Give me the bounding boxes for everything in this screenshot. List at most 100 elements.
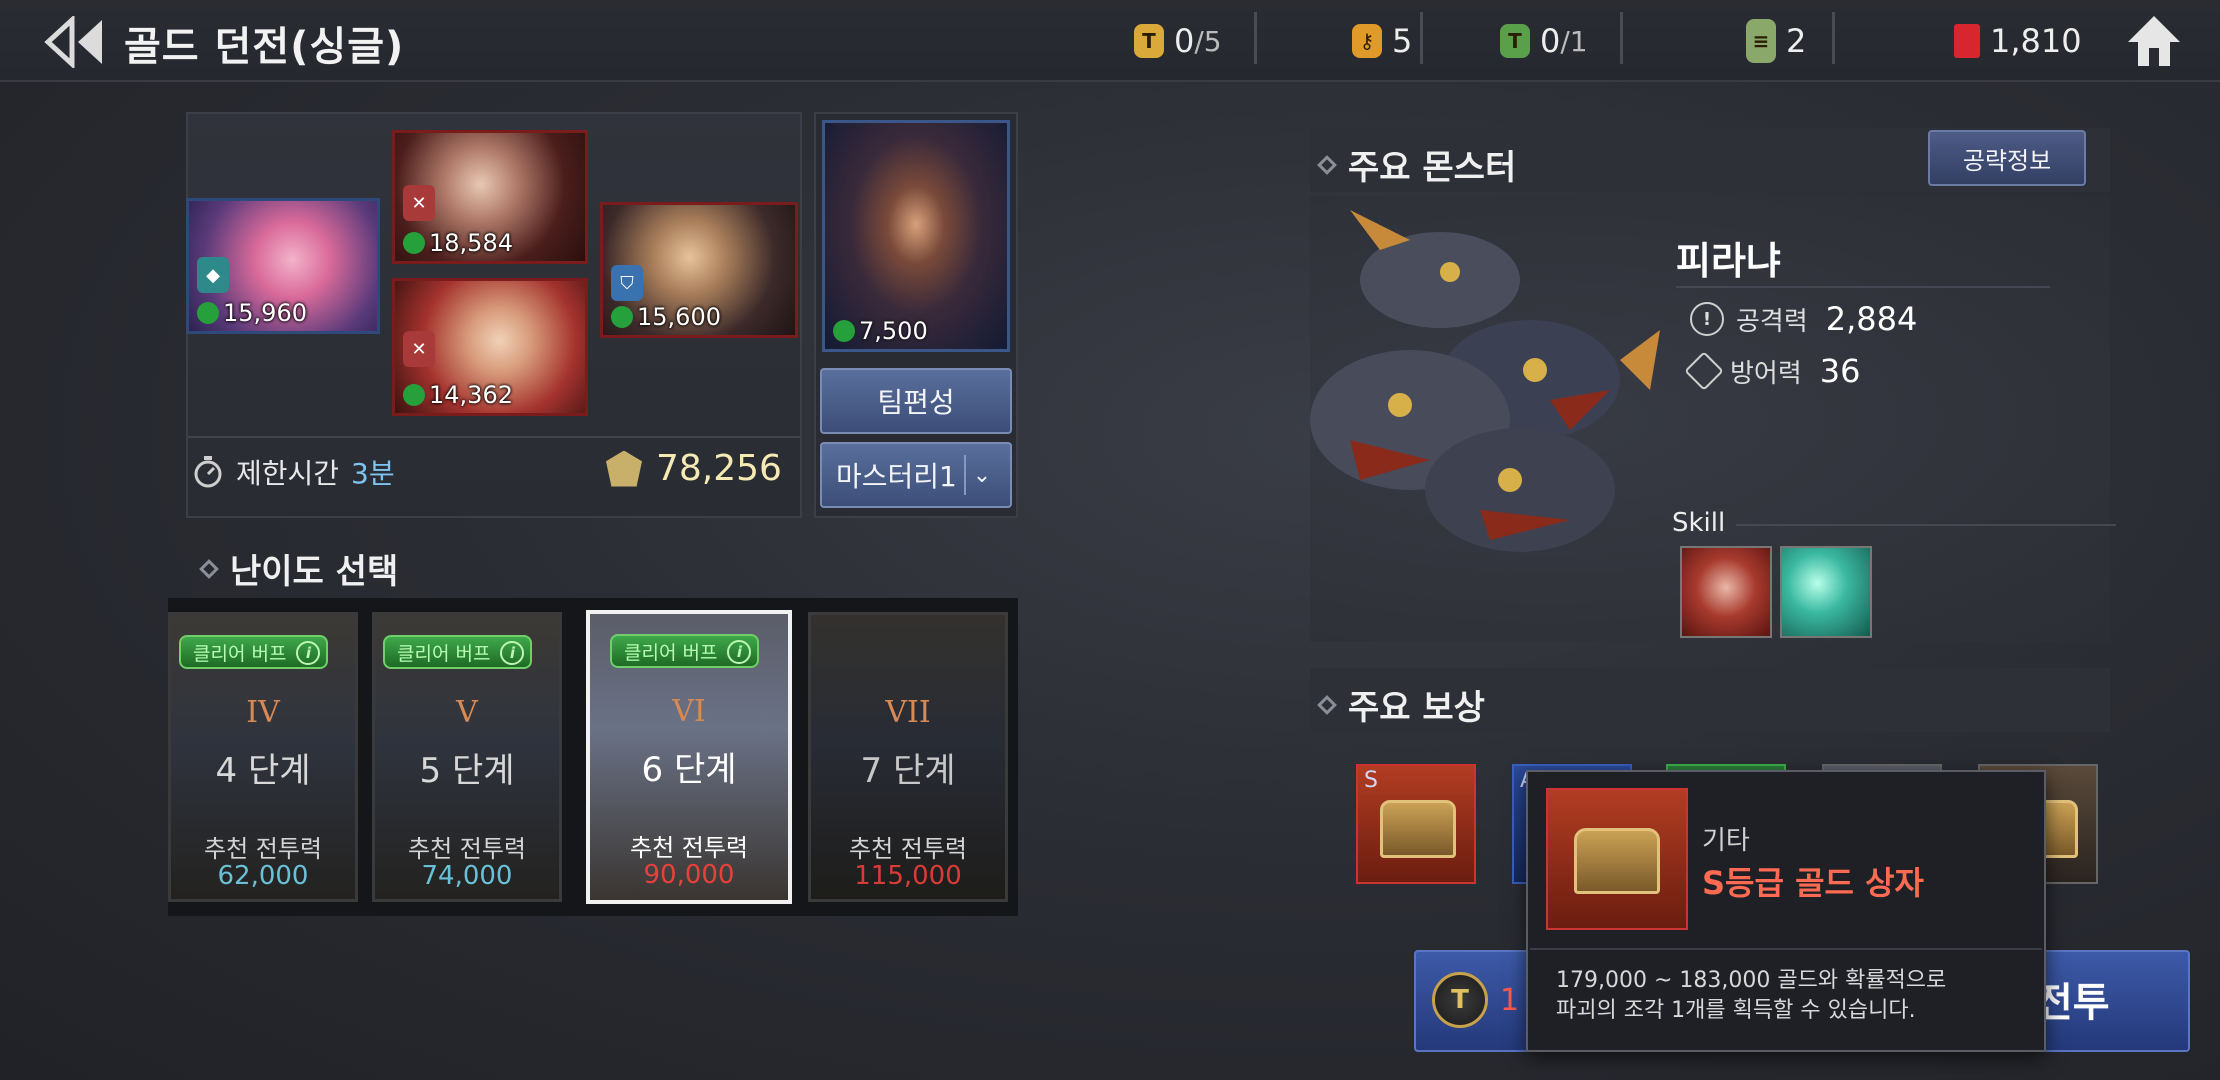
hero-card-1[interactable]: ◆ 15,960 bbox=[186, 198, 380, 334]
difficulty-roman: VII bbox=[885, 695, 931, 730]
power-icon bbox=[611, 306, 633, 328]
treasure-chest-icon bbox=[1380, 800, 1456, 858]
monster-attack: ! 공격력 2,884 bbox=[1690, 300, 1917, 338]
treasure-chest-icon bbox=[1574, 828, 1660, 894]
combat-power-icon bbox=[606, 450, 642, 487]
support-portrait bbox=[825, 123, 1007, 349]
start-battle-label: 전투 bbox=[2036, 980, 2110, 1026]
difficulty-card-4[interactable]: 클리어 버프 i IV 4 단계 추천 전투력 62,000 bbox=[168, 612, 358, 902]
attack-value: 2,884 bbox=[1825, 300, 1918, 338]
back-button[interactable] bbox=[44, 14, 108, 70]
tooltip-description: 179,000 ~ 183,000 골드와 확률적으로 파괴의 조각 1개를 획… bbox=[1556, 966, 2026, 1026]
gold-ticket-icon: T bbox=[1134, 24, 1164, 58]
green-ticket-count: 0 bbox=[1540, 22, 1561, 60]
back-arrow-icon bbox=[44, 14, 102, 70]
currency-green-ticket[interactable]: T 0/1 bbox=[1500, 14, 1588, 68]
ruby-icon bbox=[1954, 24, 1980, 58]
total-power-value: 78,256 bbox=[656, 448, 782, 489]
team-edit-button[interactable]: 팀편성 bbox=[820, 368, 1012, 434]
hero-card-2[interactable]: ✕ 18,584 bbox=[392, 130, 588, 264]
hero-card-4[interactable]: ⛉ 15,600 bbox=[600, 202, 798, 338]
hero-power: 14,362 bbox=[403, 381, 513, 409]
divider bbox=[1420, 12, 1423, 64]
recommended-power-label: 추천 전투력 bbox=[629, 834, 749, 862]
gold-ticket-max: /5 bbox=[1194, 24, 1222, 58]
support-power: 7,500 bbox=[833, 317, 928, 345]
difficulty-stage: 4 단계 bbox=[215, 751, 311, 791]
info-icon[interactable]: i bbox=[727, 640, 752, 664]
currency-ruby[interactable]: 1,810 bbox=[1954, 14, 2082, 68]
class-icon: ⛉ bbox=[611, 265, 643, 301]
recommended-power-value: 62,000 bbox=[217, 861, 309, 891]
support-card[interactable]: 7,500 bbox=[822, 120, 1010, 352]
ticket-icon: T bbox=[1432, 972, 1488, 1028]
difficulty-card-5[interactable]: 클리어 버프 i V 5 단계 추천 전투력 74,000 bbox=[372, 612, 562, 902]
difficulty-stage: 5 단계 bbox=[419, 751, 515, 791]
time-limit-label: 제한시간 bbox=[236, 457, 340, 490]
info-icon[interactable]: i bbox=[296, 641, 321, 665]
currency-gold-ticket[interactable]: T 0/5 bbox=[1134, 14, 1222, 68]
recommended-power-label: 추천 전투력 bbox=[848, 835, 968, 863]
class-icon: ◆ bbox=[197, 257, 229, 293]
scroll-count: 2 bbox=[1786, 22, 1807, 60]
home-icon bbox=[2128, 16, 2180, 66]
scroll-icon: ≡ bbox=[1746, 19, 1776, 63]
difficulty-stage: 7 단계 bbox=[860, 751, 956, 791]
ruby-count: 1,810 bbox=[1990, 22, 2082, 60]
skill-2-icon[interactable] bbox=[1780, 546, 1872, 638]
class-icon: ✕ bbox=[403, 331, 435, 367]
defense-icon bbox=[1684, 351, 1724, 391]
stopwatch-icon bbox=[194, 456, 222, 488]
key-count: 5 bbox=[1392, 22, 1413, 60]
hero-power: 18,584 bbox=[403, 229, 513, 257]
hero-power: 15,600 bbox=[611, 303, 721, 331]
skill-1-icon[interactable] bbox=[1680, 546, 1772, 638]
currency-key[interactable]: ⚷ 5 bbox=[1352, 14, 1412, 68]
divider bbox=[1832, 12, 1835, 64]
section-marker-icon bbox=[1317, 694, 1337, 715]
power-icon bbox=[833, 320, 855, 342]
hero-card-3[interactable]: ✕ 14,362 bbox=[392, 278, 588, 416]
difficulty-card-6[interactable]: 클리어 버프 i VI 6 단계 추천 전투력 90,000 bbox=[586, 610, 792, 904]
strategy-info-button[interactable]: 공략정보 bbox=[1928, 130, 2086, 186]
home-button[interactable] bbox=[2124, 12, 2184, 70]
tooltip-description-line-2: 파괴의 조각 1개를 획득할 수 있습니다. bbox=[1556, 998, 1916, 1023]
tooltip-category: 기타 bbox=[1702, 826, 1750, 856]
time-limit-value: 3분 bbox=[351, 457, 395, 490]
difficulty-stage: 6 단계 bbox=[641, 750, 737, 790]
recommended-power-value: 74,000 bbox=[421, 861, 513, 891]
total-power: 78,256 bbox=[606, 448, 782, 489]
start-cost-value: 1 bbox=[1500, 982, 1520, 1018]
recommended-power-value: 90,000 bbox=[643, 860, 735, 890]
difficulty-card-7[interactable]: VII 7 단계 추천 전투력 115,000 bbox=[808, 612, 1008, 902]
hero-power: 15,960 bbox=[197, 299, 307, 327]
clear-buff-badge: 클리어 버프 i bbox=[383, 635, 533, 669]
difficulty-roman: V bbox=[456, 695, 478, 730]
power-icon bbox=[197, 302, 219, 324]
tooltip-item-name: S등급 골드 상자 bbox=[1702, 864, 1924, 902]
info-icon[interactable]: i bbox=[500, 641, 525, 665]
clear-buff-badge: 클리어 버프 i bbox=[179, 635, 329, 669]
divider bbox=[1620, 12, 1623, 64]
recommended-power-label: 추천 전투력 bbox=[203, 835, 323, 863]
reward-section-title: 주요 보상 bbox=[1348, 688, 1485, 728]
section-marker-icon bbox=[1317, 154, 1337, 175]
mastery-selected-value: 마스터리1 bbox=[836, 460, 957, 493]
currency-scroll[interactable]: ≡ 2 bbox=[1746, 14, 1806, 68]
tooltip-description-line-1: 179,000 ~ 183,000 골드와 확률적으로 bbox=[1556, 968, 1947, 993]
recommended-power-value: 115,000 bbox=[854, 861, 962, 891]
defense-label: 방어력 bbox=[1730, 358, 1802, 389]
reward-item-1[interactable]: S bbox=[1356, 764, 1476, 884]
mastery-select[interactable]: 마스터리1 ⌄ bbox=[820, 442, 1012, 508]
piranha-monster-art bbox=[1310, 210, 1660, 552]
monster-section-title: 주요 몬스터 bbox=[1348, 148, 1517, 188]
recommended-power-label: 추천 전투력 bbox=[407, 835, 527, 863]
start-cost: T 1 bbox=[1432, 972, 1519, 1028]
attack-label: 공격력 bbox=[1736, 306, 1808, 337]
page-title: 골드 던전(싱글) bbox=[124, 24, 405, 70]
section-marker-icon bbox=[199, 558, 219, 579]
difficulty-roman: VI bbox=[672, 694, 706, 729]
power-icon bbox=[403, 384, 425, 406]
difficulty-title: 난이도 선택 bbox=[230, 552, 399, 592]
divider bbox=[188, 436, 800, 438]
